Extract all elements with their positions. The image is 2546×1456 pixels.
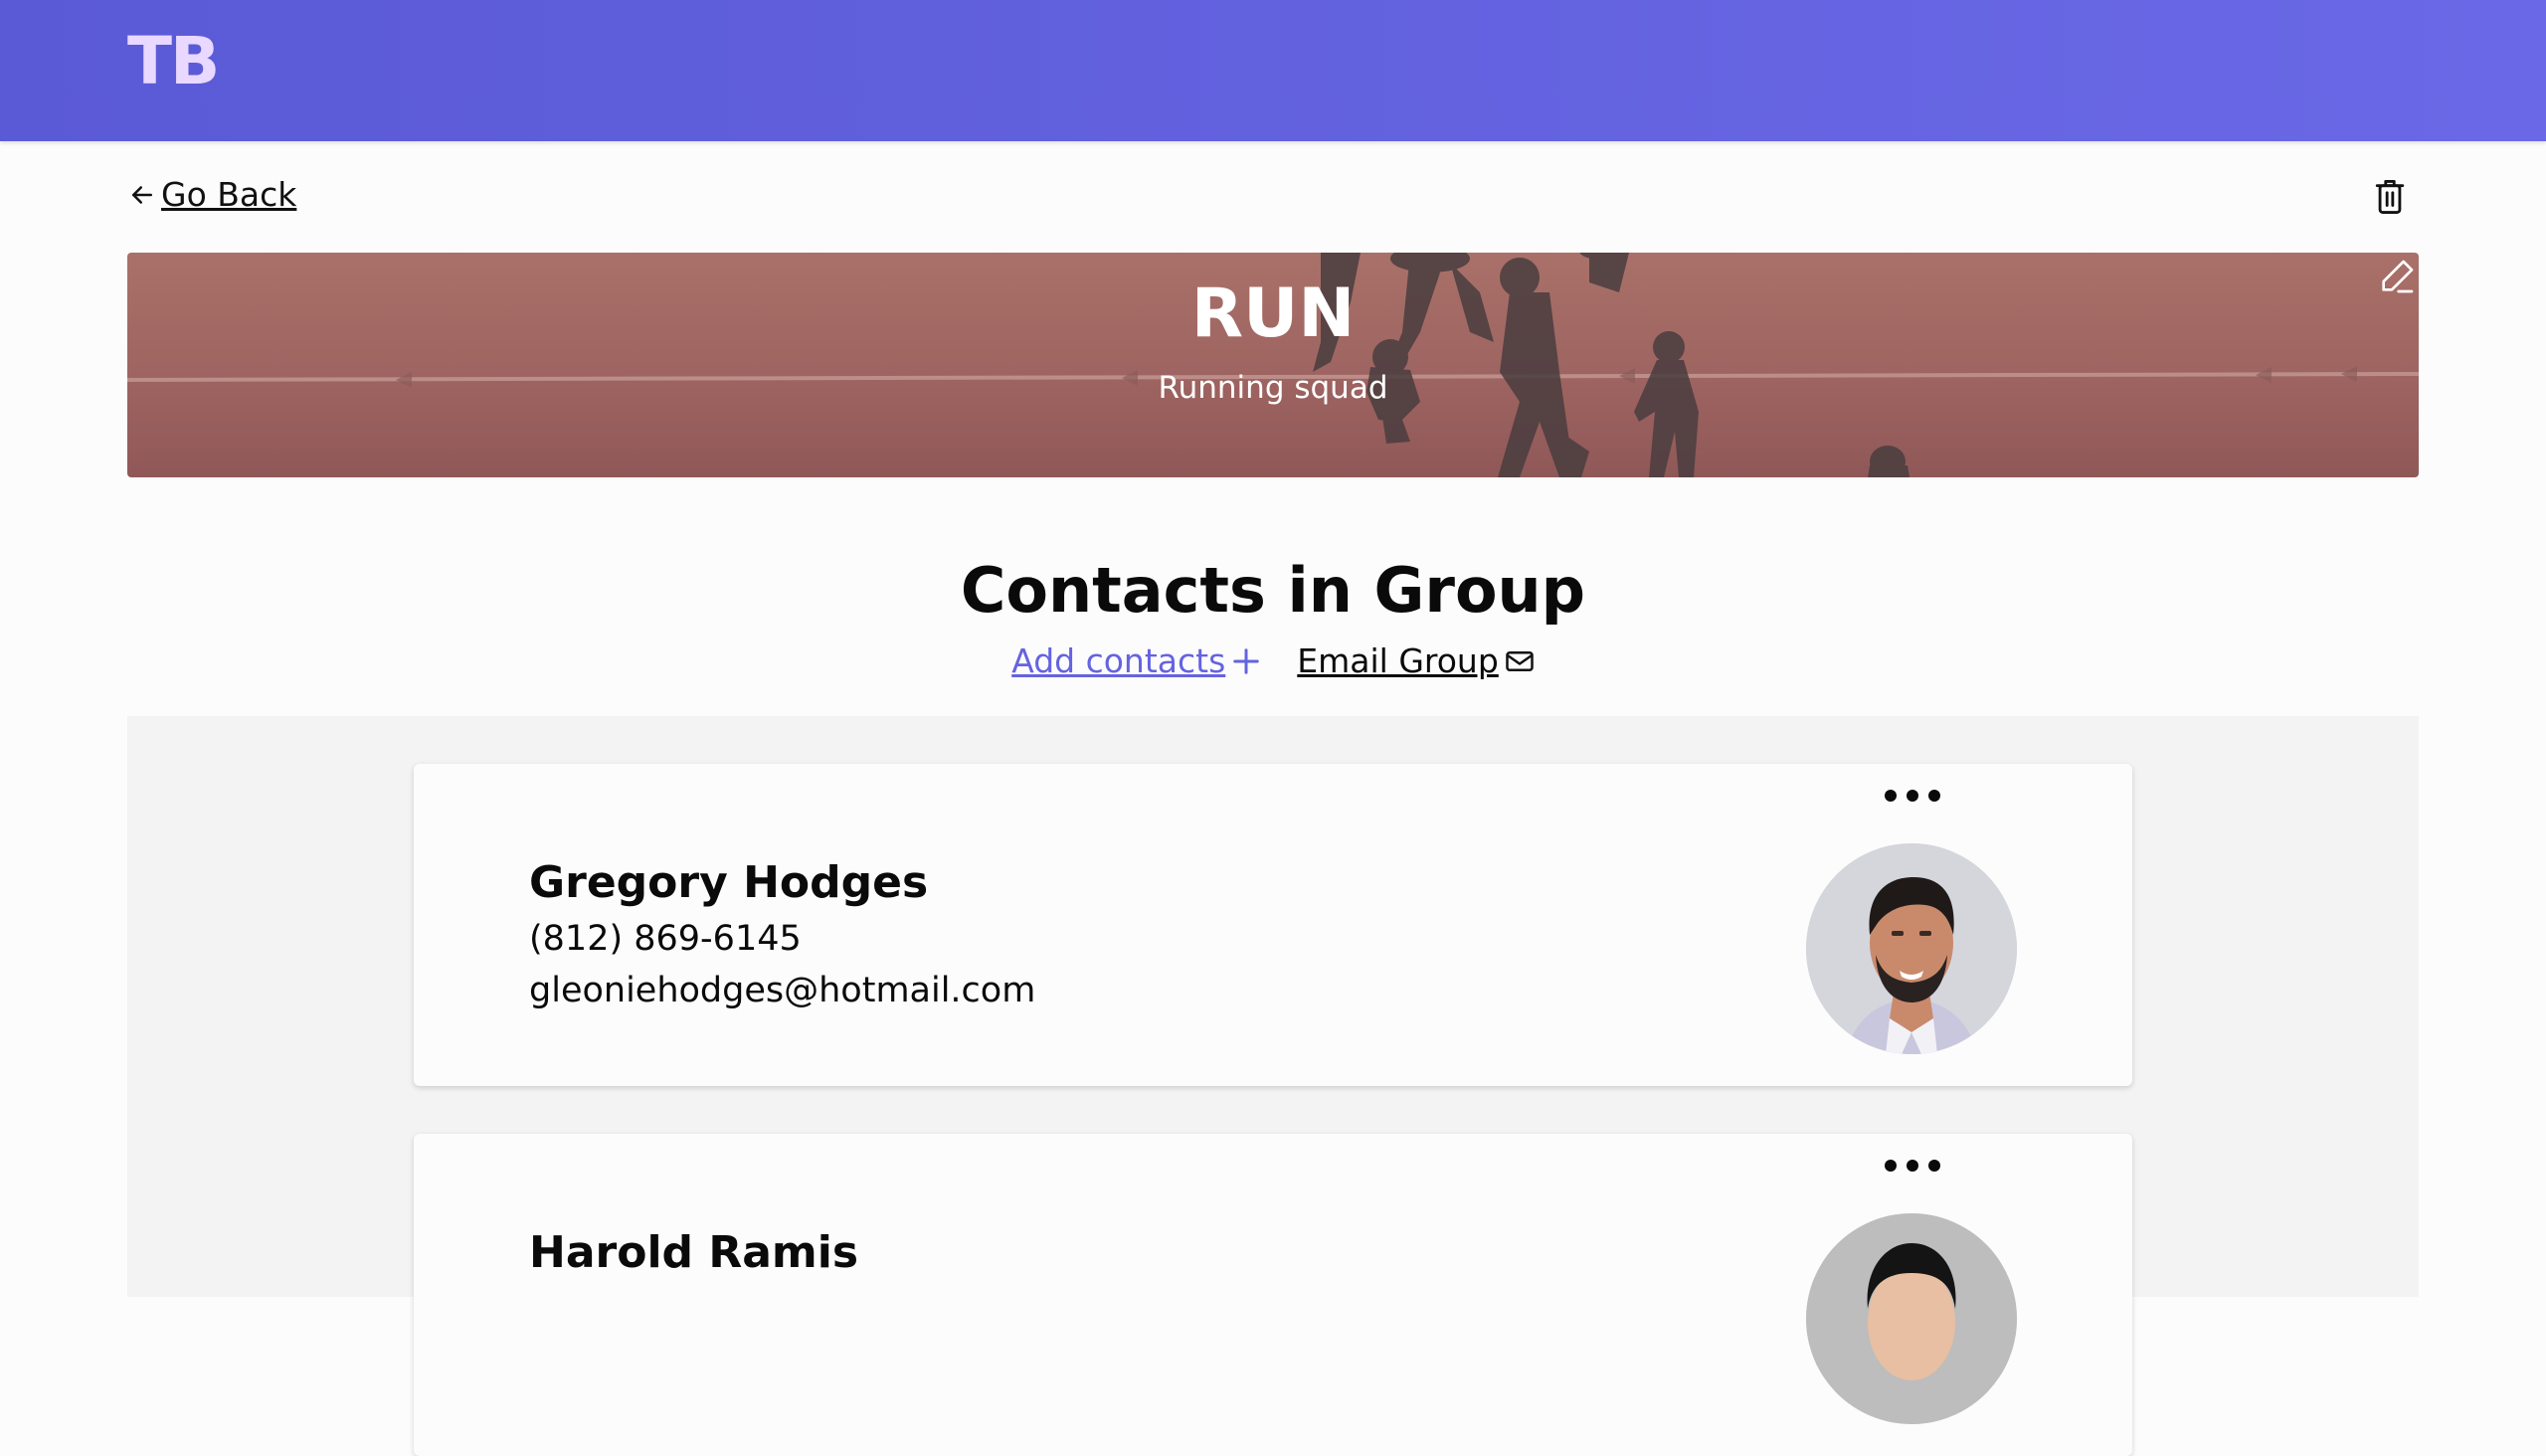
plus-icon (1233, 648, 1260, 674)
group-subtitle: Running squad (1158, 370, 1388, 406)
trash-icon[interactable] (2373, 177, 2407, 217)
add-contacts-label: Add contacts (1011, 641, 1226, 680)
app-logo[interactable]: TB (127, 22, 220, 101)
email-group-label: Email Group (1297, 641, 1499, 680)
pencil-icon[interactable] (2377, 257, 2417, 296)
email-group-link[interactable]: Email Group (1297, 638, 1535, 684)
group-title: RUN (1190, 274, 1356, 353)
contact-name: Gregory Hodges (529, 857, 929, 908)
contacts-heading: Contacts in Group (960, 554, 1586, 627)
more-horizontal-icon[interactable] (1882, 1154, 1943, 1178)
contact-phone: (812) 869-6145 (529, 919, 802, 959)
go-back-label: Go Back (161, 175, 297, 214)
contact-card[interactable]: Harold Ramis (414, 1134, 2132, 1456)
go-back-link[interactable]: Go Back (127, 175, 296, 214)
add-contacts-link[interactable]: Add contacts (1011, 638, 1261, 684)
contact-email: gleoniehodges@hotmail.com (529, 971, 1036, 1010)
contact-photo (1806, 843, 2017, 1054)
more-horizontal-icon[interactable] (1882, 784, 1943, 808)
avatar (1806, 843, 2017, 1054)
top-nav-bar: TB (0, 0, 2546, 141)
contact-card[interactable]: Gregory Hodges (812) 869-6145 gleoniehod… (414, 764, 2132, 1086)
group-actions: Add contacts Email Group (0, 638, 2546, 684)
contact-photo (1806, 1213, 2017, 1424)
mail-icon (1506, 651, 1534, 671)
arrow-left-icon (132, 185, 152, 204)
avatar (1806, 1213, 2017, 1424)
contacts-list: Gregory Hodges (812) 869-6145 gleoniehod… (127, 716, 2419, 1456)
contact-name: Harold Ramis (529, 1227, 859, 1278)
group-banner: RUN Running squad (127, 253, 2419, 477)
